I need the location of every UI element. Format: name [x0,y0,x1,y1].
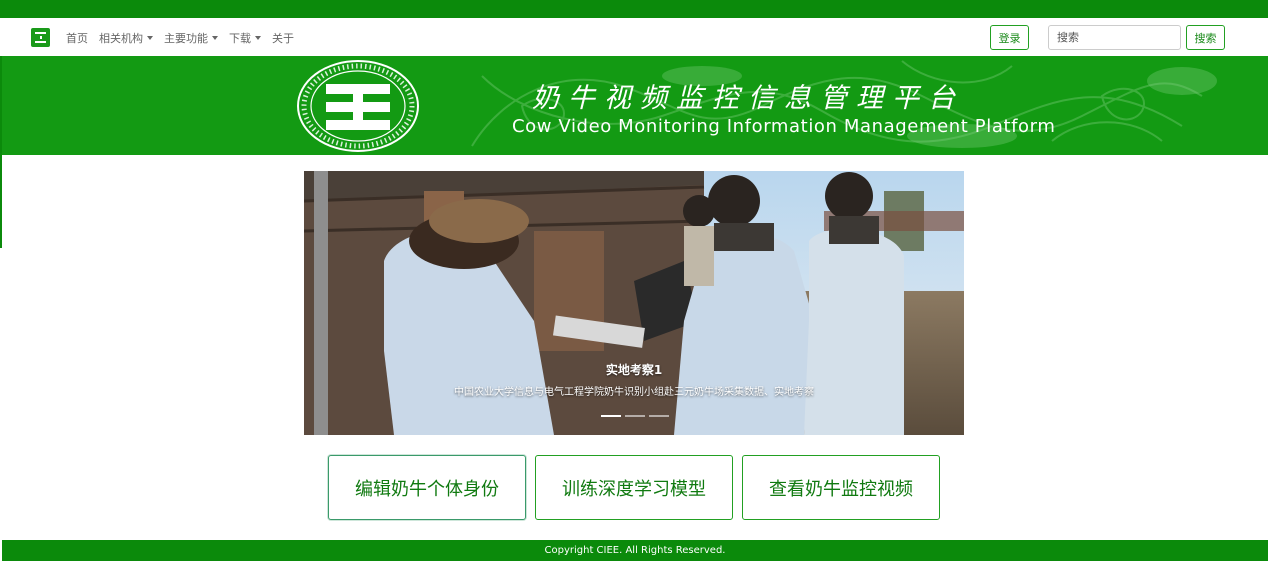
top-accent-bar [0,0,1268,18]
nav-item-label: 首页 [66,32,88,45]
banner-subtitle: Cow Video Monitoring Information Managem… [512,116,1056,137]
train-model-button[interactable]: 训练深度学习模型 [535,455,733,520]
carousel-caption-title: 实地考察1 [605,363,663,377]
carousel-indicators [601,415,669,417]
carousel-indicator[interactable] [625,415,645,417]
platform-banner: 奶牛视频监控信息管理平台 Cow Video Monitoring Inform… [2,56,1268,155]
nav-item-home[interactable]: 首页 [66,30,88,46]
banner-title: 奶牛视频监控信息管理平台 [532,83,964,114]
edit-cow-identity-button[interactable]: 编辑奶牛个体身份 [328,455,526,520]
nav-item-label: 下载 [229,32,251,45]
caret-down-icon [255,36,261,40]
copyright-text: Copyright CIEE. All Rights Reserved. [544,545,726,556]
nav-menu: 首页 相关机构 主要功能 下载 关于 [66,30,294,46]
nav-item-label: 相关机构 [99,32,143,45]
view-monitor-video-button[interactable]: 查看奶牛监控视频 [742,455,940,520]
nav-item-functions[interactable]: 主要功能 [164,30,218,46]
caret-down-icon [212,36,218,40]
carousel-indicator[interactable] [649,415,669,417]
page-footer: Copyright CIEE. All Rights Reserved. [2,540,1268,561]
search-button[interactable]: 搜索 [1186,25,1225,50]
carousel-caption-text: 中国农业大学信息与电气工程学院奶牛识别小组赴三元奶牛场采集数据、实地考察 [454,387,814,398]
nav-item-download[interactable]: 下载 [229,30,261,46]
carousel-indicator[interactable] [601,415,621,417]
login-button[interactable]: 登录 [990,25,1029,50]
platform-seal-icon [297,60,419,152]
caret-down-icon [147,36,153,40]
nav-item-about[interactable]: 关于 [272,30,294,46]
nav-item-institutions[interactable]: 相关机构 [99,30,153,46]
top-navbar: 首页 相关机构 主要功能 下载 关于 登录 搜索 [0,18,1268,56]
image-carousel[interactable]: 实地考察1 中国农业大学信息与电气工程学院奶牛识别小组赴三元奶牛场采集数据、实地… [304,171,964,435]
search-input[interactable] [1048,25,1181,50]
platform-logo-icon[interactable] [31,28,50,47]
nav-item-label: 关于 [272,32,294,45]
nav-item-label: 主要功能 [164,32,208,45]
